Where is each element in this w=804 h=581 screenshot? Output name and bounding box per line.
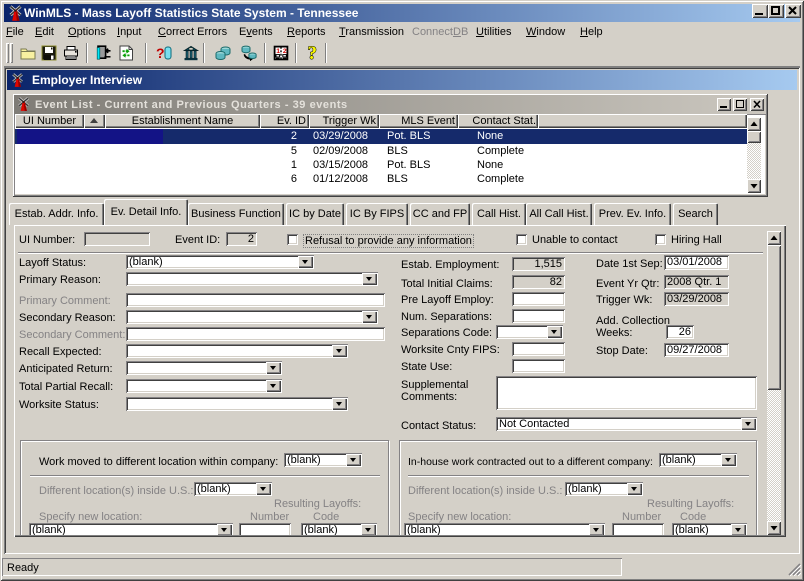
svg-text:2: 2 (283, 48, 287, 55)
svg-text:?: ? (156, 45, 165, 61)
svg-text:1: 1 (276, 48, 280, 55)
svg-text:?: ? (308, 43, 318, 63)
